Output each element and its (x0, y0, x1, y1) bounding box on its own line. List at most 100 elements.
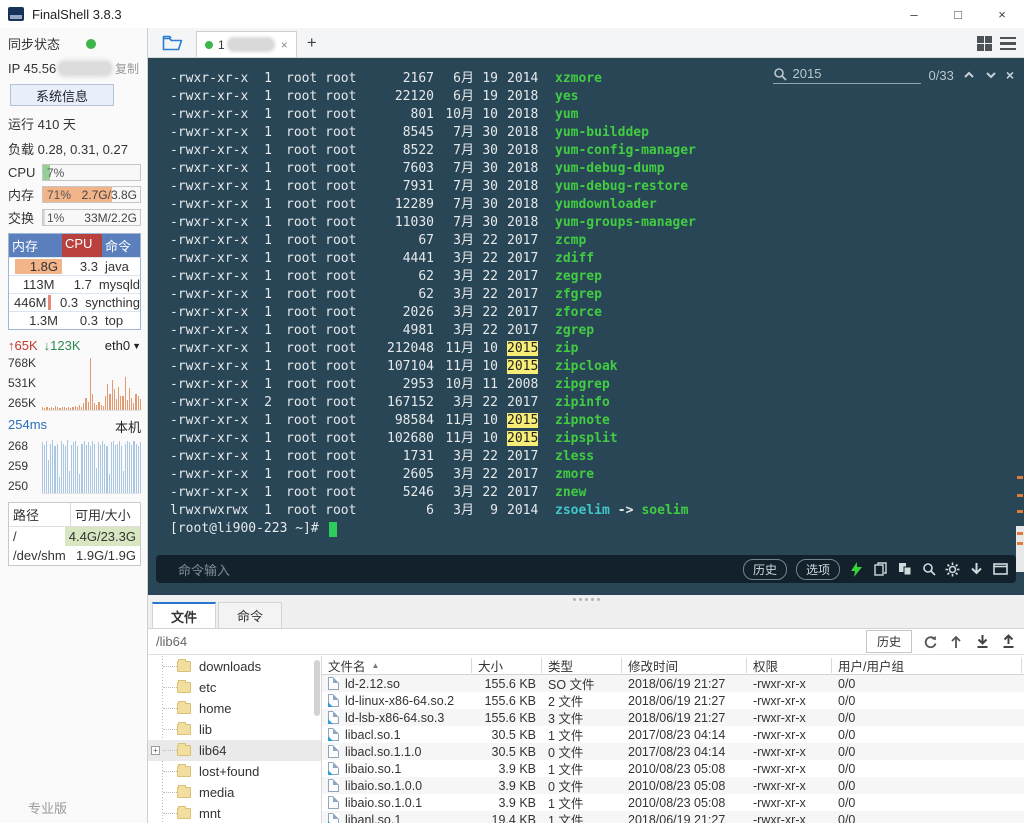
graph-bar (42, 407, 43, 410)
process-row[interactable]: 1.3M0.3top (9, 311, 140, 329)
terminal-prompt: [root@li900-223 ~]# (170, 520, 1004, 538)
power-bolt-icon[interactable] (849, 562, 864, 577)
file-mtime: 2017/08/23 04:14 (622, 745, 747, 759)
file-name: libaio.so.1.0.0 (345, 779, 422, 793)
column-header-user-group[interactable]: 用户/用户组 (832, 658, 1022, 673)
column-header-permissions[interactable]: 权限 (747, 658, 832, 673)
file-size: 19.4 KB (472, 813, 542, 823)
gear-icon[interactable] (945, 562, 960, 577)
history-button[interactable]: 历史 (743, 559, 787, 580)
system-info-button[interactable]: 系统信息 (10, 84, 114, 106)
expand-icon[interactable]: + (151, 746, 160, 755)
disk-row[interactable]: /dev/shm1.9G/1.9G (9, 546, 140, 565)
upload-icon[interactable] (1000, 634, 1016, 650)
fullscreen-window-icon[interactable] (993, 562, 1008, 577)
copy-icon[interactable] (873, 562, 888, 577)
download-icon[interactable] (974, 634, 990, 650)
column-header-type[interactable]: 类型 (542, 658, 622, 673)
paste-icon[interactable] (897, 562, 912, 577)
close-button[interactable]: × (980, 0, 1024, 28)
process-command: syncthing (82, 294, 140, 311)
graph-bar (122, 396, 123, 410)
tree-item-home[interactable]: home (148, 698, 321, 719)
table-row[interactable]: libaio.so.1.0.13.9 KB1 文件2010/08/23 05:0… (322, 794, 1024, 811)
file-icon (328, 677, 339, 690)
file-mtime: 2010/08/23 05:08 (622, 779, 747, 793)
process-row[interactable]: 1.8G3.3java (9, 257, 140, 275)
table-row[interactable]: libacl.so.130.5 KB1 文件2017/08/23 04:14-r… (322, 726, 1024, 743)
tree-item-media[interactable]: media (148, 782, 321, 803)
search-icon[interactable] (921, 562, 936, 577)
process-row[interactable]: 446M0.3syncthing (9, 293, 140, 311)
file-name: ld-2.12.so (345, 677, 400, 691)
graph-bar (133, 441, 134, 493)
process-col-memory[interactable]: 内存 (9, 234, 62, 257)
download-arrow-icon[interactable] (969, 562, 984, 577)
disk-row[interactable]: /4.4G/23.3G (9, 527, 140, 546)
tab-files[interactable]: 文件 (152, 602, 216, 628)
table-row[interactable]: ld-2.12.so155.6 KBSO 文件2018/06/19 21:27-… (322, 675, 1024, 692)
copy-ip-button[interactable]: 复制 (115, 60, 139, 77)
table-row[interactable]: libacl.so.1.1.030.5 KB0 文件2017/08/23 04:… (322, 743, 1024, 760)
tree-scrollbar-thumb[interactable] (314, 660, 320, 716)
file-permissions: -rwxr-xr-x (747, 694, 832, 708)
process-row[interactable]: 113M1.7mysqld (9, 275, 140, 293)
chevron-down-icon[interactable]: ▼ (132, 341, 141, 351)
tree-item-mnt[interactable]: mnt (148, 803, 321, 823)
graph-bar (101, 405, 102, 411)
terminal-scrollbar-thumb[interactable] (1016, 526, 1024, 572)
graph-bar (111, 442, 112, 493)
interface-selector[interactable]: eth0 (105, 338, 130, 353)
terminal-tab[interactable]: 1 × (196, 31, 297, 57)
table-row[interactable]: ld-linux-x86-64.so.2155.6 KB2 文件2018/06/… (322, 692, 1024, 709)
terminal-screen[interactable]: -rwxr-xr-x1root root21676月192014xzmore-r… (148, 58, 1024, 595)
graph-bar (100, 445, 101, 493)
search-close-icon[interactable]: × (1006, 67, 1014, 83)
file-size: 3.9 KB (472, 779, 542, 793)
tree-item-etc[interactable]: etc (148, 677, 321, 698)
process-col-command[interactable]: 命令 (102, 234, 140, 257)
tab-commands[interactable]: 命令 (218, 602, 282, 628)
layout-grid-icon[interactable] (977, 36, 992, 51)
ip-blurred-value (59, 62, 111, 75)
tab-close-icon[interactable]: × (281, 38, 288, 52)
ip-label: IP 45.56 (8, 61, 56, 76)
tree-item-downloads[interactable]: downloads (148, 656, 321, 677)
current-path[interactable]: /lib64 (156, 634, 187, 649)
tree-item-lib[interactable]: lib (148, 719, 321, 740)
hamburger-menu-icon[interactable] (1000, 37, 1016, 51)
maximize-button[interactable]: □ (936, 0, 980, 28)
tree-item-lib64[interactable]: +lib64 (148, 740, 321, 761)
graph-bar (133, 403, 134, 410)
new-tab-button[interactable]: + (307, 33, 317, 53)
graph-ytick: 265K (8, 396, 40, 410)
search-input[interactable]: 2015 (773, 66, 921, 84)
file-name-cell: ld-2.12.so (322, 677, 472, 691)
search-prev-icon[interactable] (962, 68, 976, 82)
table-row[interactable]: libaio.so.13.9 KB1 文件2010/08/23 05:08-rw… (322, 760, 1024, 777)
search-next-icon[interactable] (984, 68, 998, 82)
process-memory: 446M (9, 294, 51, 311)
file-mtime: 2018/06/19 21:27 (622, 677, 747, 691)
upload-rate: 65K (15, 338, 38, 353)
minimize-button[interactable]: – (892, 0, 936, 28)
connection-manager-folder-icon[interactable] (158, 30, 188, 54)
column-header-size[interactable]: 大小 (472, 658, 542, 673)
graph-bar (67, 440, 68, 493)
column-header-mtime[interactable]: 修改时间 (622, 658, 747, 673)
parent-directory-icon[interactable] (948, 634, 964, 650)
path-history-button[interactable]: 历史 (866, 630, 912, 653)
tab-number: 1 (218, 38, 225, 52)
command-input[interactable]: 命令输入 (178, 560, 230, 579)
table-row[interactable]: libaio.so.1.0.03.9 KB0 文件2010/08/23 05:0… (322, 777, 1024, 794)
process-col-cpu[interactable]: CPU (62, 234, 102, 257)
options-button[interactable]: 选项 (796, 559, 840, 580)
table-row[interactable]: libanl.so.119.4 KB1 文件2018/06/19 21:27-r… (322, 811, 1024, 823)
column-header-filename[interactable]: 文件名 ▲ (322, 658, 472, 673)
tree-item-lost+found[interactable]: lost+found (148, 761, 321, 782)
file-icon (328, 796, 339, 809)
graph-bar (119, 441, 120, 493)
table-row[interactable]: ld-lsb-x86-64.so.3155.6 KB3 文件2018/06/19… (322, 709, 1024, 726)
file-permissions: -rwxr-xr-x (747, 813, 832, 823)
refresh-icon[interactable] (922, 634, 938, 650)
